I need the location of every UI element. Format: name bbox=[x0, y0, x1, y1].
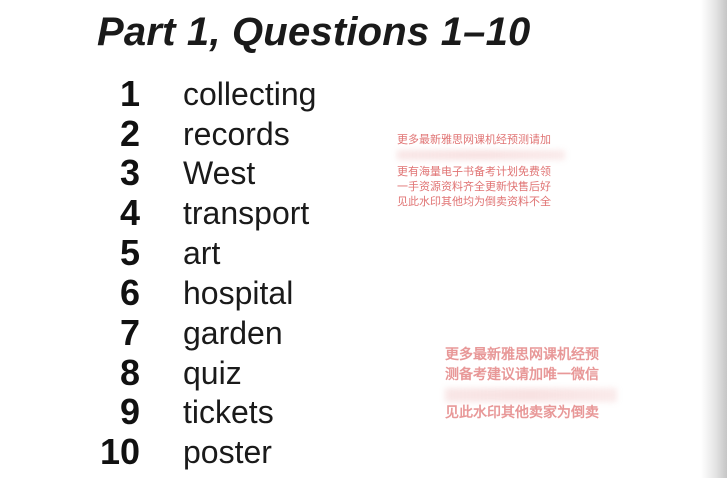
answer-word: tickets bbox=[183, 394, 274, 430]
answer-row: 10 poster bbox=[0, 433, 420, 471]
answer-row: 4 transport bbox=[0, 194, 420, 232]
watermark-blurred-line bbox=[445, 388, 617, 402]
answer-list: 1 collecting 2 records 3 West 4 transpor… bbox=[0, 0, 727, 478]
answer-row: 2 records bbox=[0, 115, 420, 153]
answer-row: 6 hospital bbox=[0, 274, 420, 312]
document-page: Part 1, Questions 1–10 1 collecting 2 re… bbox=[0, 0, 727, 478]
watermark-blurred-line bbox=[397, 150, 565, 160]
answer-word: transport bbox=[183, 195, 310, 231]
answer-word: records bbox=[183, 116, 290, 152]
watermark-line: 见此水印其他均为倒卖资料不全 bbox=[397, 195, 551, 208]
watermark-line: 一手资源资料齐全更新快售后好 bbox=[397, 180, 551, 193]
watermark-text: 见此水印其他卖家为倒卖 bbox=[445, 405, 599, 421]
question-number: 4 bbox=[119, 192, 140, 233]
question-number: 2 bbox=[119, 113, 140, 154]
answer-word: quiz bbox=[183, 355, 242, 391]
answer-word: West bbox=[183, 155, 256, 191]
answer-row: 8 quiz bbox=[0, 354, 420, 392]
watermark-text-block: 更多最新雅思网课机经预 测备考建议请加唯一微信 bbox=[445, 345, 599, 385]
question-number: 9 bbox=[119, 391, 140, 432]
answer-word: art bbox=[183, 235, 221, 271]
question-number: 3 bbox=[119, 152, 140, 193]
question-number: 1 bbox=[119, 73, 140, 114]
question-number: 7 bbox=[119, 312, 140, 353]
watermark-text-block: 更有海量电子书备考计划免费领 一手资源资料齐全更新快售后好 见此水印其他均为倒卖… bbox=[397, 164, 551, 209]
answer-row: 7 garden bbox=[0, 314, 420, 352]
question-number: 8 bbox=[119, 352, 140, 393]
watermark-line: 更多最新雅思网课机经预 bbox=[445, 347, 599, 363]
answer-row: 3 West bbox=[0, 154, 420, 192]
answer-word: garden bbox=[183, 315, 283, 351]
question-number: 6 bbox=[119, 272, 140, 313]
watermark-line: 测备考建议请加唯一微信 bbox=[445, 367, 599, 383]
page-edge-shadow bbox=[701, 0, 727, 478]
watermark-line: 更有海量电子书备考计划免费领 bbox=[397, 165, 551, 178]
answer-row: 1 collecting bbox=[0, 75, 420, 113]
question-number: 5 bbox=[119, 232, 140, 273]
answer-row: 5 art bbox=[0, 234, 420, 272]
answer-row: 9 tickets bbox=[0, 393, 420, 431]
watermark-text: 更多最新雅思网课机经预测请加 bbox=[397, 133, 551, 146]
answer-word: hospital bbox=[183, 275, 294, 311]
answer-word: collecting bbox=[183, 76, 317, 112]
answer-word: poster bbox=[183, 434, 272, 470]
question-number: 10 bbox=[99, 431, 140, 472]
